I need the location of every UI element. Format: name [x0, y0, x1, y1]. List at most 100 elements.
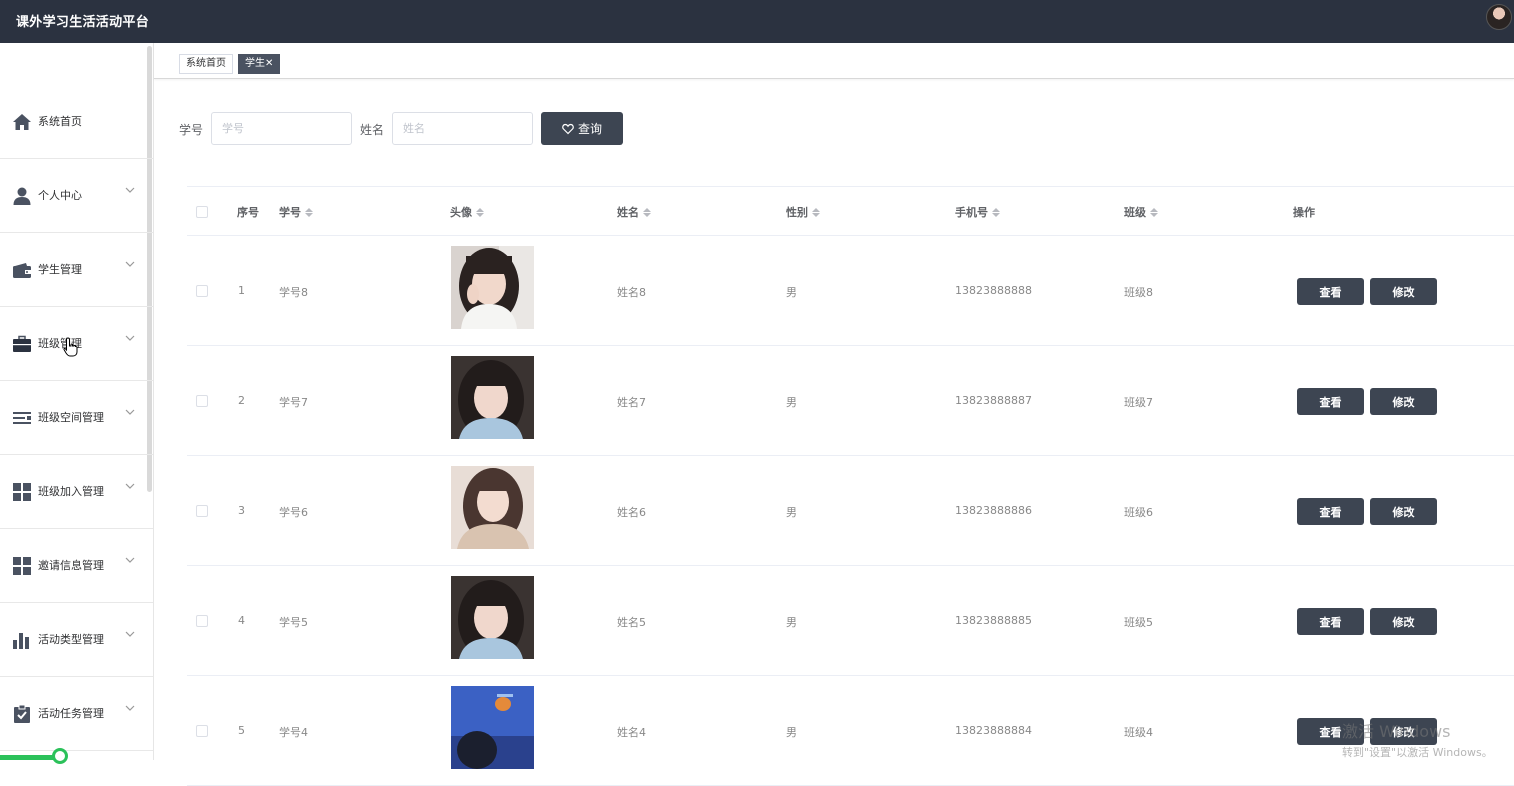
cell-name: 姓名8 — [617, 286, 646, 299]
search-form: 学号 姓名 查询 — [154, 112, 754, 146]
progress-bar — [0, 755, 58, 760]
cell-student-no: 学号7 — [279, 396, 308, 409]
cell-class: 班级7 — [1124, 396, 1153, 409]
sidebar-item-class-join-mgmt[interactable]: 班级加入管理 — [0, 455, 153, 529]
student-avatar[interactable] — [451, 686, 534, 769]
view-button[interactable]: 查看 — [1297, 278, 1364, 305]
header-name[interactable]: 姓名 — [617, 204, 651, 220]
cell-class: 班级4 — [1124, 726, 1153, 739]
cell-index: 5 — [238, 724, 245, 737]
cell-name: 姓名7 — [617, 396, 646, 409]
header-phone[interactable]: 手机号 — [955, 204, 1000, 220]
student-no-input[interactable] — [211, 112, 352, 145]
sort-icon — [476, 207, 484, 217]
cell-name: 姓名4 — [617, 726, 646, 739]
sort-icon — [643, 207, 651, 217]
row-checkbox[interactable] — [196, 725, 208, 737]
chevron-down-icon — [125, 185, 135, 198]
sidebar-item-activity-task-mgmt[interactable]: 活动任务管理 — [0, 677, 153, 751]
header-gender[interactable]: 性别 — [786, 204, 820, 220]
student-avatar[interactable] — [451, 356, 534, 439]
cell-class: 班级6 — [1124, 506, 1153, 519]
chevron-down-icon — [125, 407, 135, 420]
cell-phone: 13823888887 — [955, 394, 1032, 407]
table-row: 1 学号8 姓名8 男 13823888888 班级8 查看 修改 — [187, 236, 1514, 346]
student-avatar[interactable] — [451, 466, 534, 549]
watermark-line-2: 转到"设置"以激活 Windows。 — [1342, 746, 1493, 759]
sidebar-item-label: 系统首页 — [38, 115, 82, 128]
cell-student-no: 学号5 — [279, 616, 308, 629]
row-checkbox[interactable] — [196, 395, 208, 407]
row-checkbox[interactable] — [196, 615, 208, 627]
header-avatar[interactable]: 头像 — [450, 204, 484, 220]
wallet-icon — [12, 260, 32, 280]
grid-icon — [12, 556, 32, 576]
windows-activation-watermark: 激活 Windows 转到"设置"以激活 Windows。 — [1342, 718, 1493, 760]
tag-tabs: 系统首页 学生✕ — [154, 43, 1514, 79]
cell-phone: 13823888888 — [955, 284, 1032, 297]
heart-icon — [562, 123, 574, 134]
sort-icon — [305, 207, 313, 217]
sidebar-item-home[interactable]: 系统首页 — [0, 85, 153, 159]
cell-name: 姓名6 — [617, 506, 646, 519]
name-input[interactable] — [392, 112, 533, 145]
user-avatar[interactable] — [1486, 4, 1512, 30]
sidebar-item-label: 个人中心 — [38, 189, 82, 202]
chevron-down-icon — [125, 629, 135, 642]
sidebar-item-personal-center[interactable]: 个人中心 — [0, 159, 153, 233]
chevron-down-icon — [125, 481, 135, 494]
sidebar-item-label: 学生管理 — [38, 263, 82, 276]
table-row: 3 学号6 姓名6 男 13823888886 班级6 查看 修改 — [187, 456, 1514, 566]
sidebar-item-activity-type-mgmt[interactable]: 活动类型管理 — [0, 603, 153, 677]
home-icon — [12, 112, 32, 132]
hand-cursor-icon — [63, 337, 78, 357]
student-avatar[interactable] — [451, 246, 534, 329]
progress-handle[interactable] — [52, 748, 68, 764]
sidebar-item-class-space-mgmt[interactable]: 班级空间管理 — [0, 381, 153, 455]
chevron-down-icon — [125, 333, 135, 346]
edit-button[interactable]: 修改 — [1370, 608, 1437, 635]
sidebar-item-student-mgmt[interactable]: 学生管理 — [0, 233, 153, 307]
query-button-label: 查询 — [577, 122, 602, 136]
select-all-checkbox[interactable] — [196, 206, 208, 218]
cell-student-no: 学号6 — [279, 506, 308, 519]
sort-icon — [992, 207, 1000, 217]
sidebar-item-invite-mgmt[interactable]: 邀请信息管理 — [0, 529, 153, 603]
table-row: 5 学号4 姓名4 男 13823888884 班级4 查看 修改 — [187, 676, 1514, 786]
top-bar: 课外学习生活活动平台 — [0, 0, 1514, 43]
view-button[interactable]: 查看 — [1297, 498, 1364, 525]
cell-name: 姓名5 — [617, 616, 646, 629]
row-checkbox[interactable] — [196, 505, 208, 517]
cell-class: 班级5 — [1124, 616, 1153, 629]
query-button[interactable]: 查询 — [541, 112, 623, 145]
cell-phone: 13823888886 — [955, 504, 1032, 517]
cell-gender: 男 — [786, 616, 797, 629]
sidebar-item-label: 班级加入管理 — [38, 485, 104, 498]
student-avatar[interactable] — [451, 576, 534, 659]
table-row: 4 学号5 姓名5 男 13823888885 班级5 查看 修改 — [187, 566, 1514, 676]
user-icon — [12, 186, 32, 206]
table-row: 2 学号7 姓名7 男 13823888887 班级7 查看 修改 — [187, 346, 1514, 456]
sidebar-item-label: 活动任务管理 — [38, 707, 104, 720]
header-class[interactable]: 班级 — [1124, 204, 1158, 220]
edit-button[interactable]: 修改 — [1370, 498, 1437, 525]
briefcase-icon — [12, 334, 32, 354]
cell-phone: 13823888884 — [955, 724, 1032, 737]
row-checkbox[interactable] — [196, 285, 208, 297]
tab-home[interactable]: 系统首页 — [179, 54, 233, 74]
tab-student[interactable]: 学生✕ — [238, 54, 281, 74]
grid-icon — [12, 482, 32, 502]
cell-gender: 男 — [786, 726, 797, 739]
student-no-label: 学号 — [179, 123, 204, 137]
chevron-down-icon — [125, 703, 135, 716]
view-button[interactable]: 查看 — [1297, 388, 1364, 415]
cell-gender: 男 — [786, 506, 797, 519]
cell-class: 班级8 — [1124, 286, 1153, 299]
chevron-down-icon — [125, 259, 135, 272]
header-student-no[interactable]: 学号 — [279, 204, 313, 220]
edit-button[interactable]: 修改 — [1370, 278, 1437, 305]
cell-index: 2 — [238, 394, 245, 407]
edit-button[interactable]: 修改 — [1370, 388, 1437, 415]
view-button[interactable]: 查看 — [1297, 608, 1364, 635]
cell-phone: 13823888885 — [955, 614, 1032, 627]
